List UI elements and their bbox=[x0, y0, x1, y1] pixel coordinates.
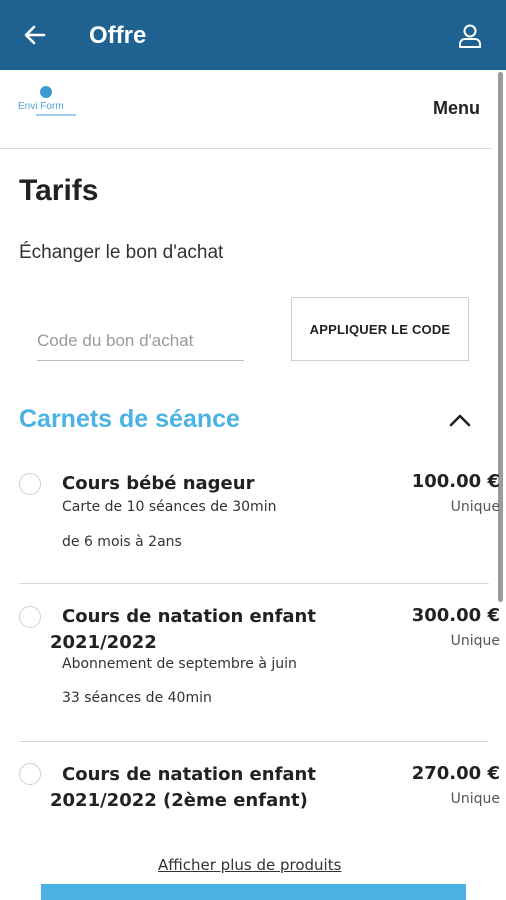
section-title-carnets[interactable]: Carnets de séance bbox=[19, 405, 240, 434]
user-icon[interactable] bbox=[456, 22, 484, 50]
show-more-products-link[interactable]: Afficher plus de produits bbox=[158, 856, 341, 874]
logo[interactable]: Envi Form bbox=[18, 86, 82, 124]
primary-action-button[interactable] bbox=[41, 884, 466, 900]
scrollbar-thumb[interactable] bbox=[498, 72, 503, 602]
product-radio[interactable] bbox=[19, 473, 41, 495]
divider bbox=[19, 741, 489, 742]
product-description: 33 séances de 40min bbox=[62, 690, 212, 706]
arrow-left-icon[interactable] bbox=[22, 22, 48, 48]
product-price: 270.00 € bbox=[411, 763, 500, 784]
section-heading-tarifs: Tarifs bbox=[19, 174, 99, 207]
apply-code-button[interactable]: APPLIQUER LE CODE bbox=[291, 297, 469, 361]
product-frequency: Unique bbox=[450, 633, 500, 649]
product-price: 100.00 € bbox=[411, 471, 500, 492]
menu-button[interactable]: Menu bbox=[433, 98, 480, 119]
product-description: de 6 mois à 2ans bbox=[62, 534, 182, 550]
app-bar: Offre bbox=[0, 0, 506, 70]
chevron-up-icon[interactable] bbox=[448, 408, 472, 432]
product-radio[interactable] bbox=[19, 606, 41, 628]
product-frequency: Unique bbox=[450, 499, 500, 515]
voucher-label: Échanger le bon d'achat bbox=[19, 242, 224, 263]
product-name: Cours bébé nageur bbox=[62, 473, 255, 494]
product-name: Cours de natation enfant bbox=[62, 764, 316, 785]
logo-text: Envi Form bbox=[18, 101, 64, 112]
product-radio[interactable] bbox=[19, 763, 41, 785]
logo-mark bbox=[40, 86, 52, 98]
product-description: Abonnement de septembre à juin bbox=[62, 656, 297, 672]
product-description: Carte de 10 séances de 30min bbox=[62, 499, 277, 515]
product-name-line2: 2021/2022 bbox=[50, 632, 157, 653]
product-price: 300.00 € bbox=[411, 605, 500, 626]
product-frequency: Unique bbox=[450, 791, 500, 807]
page-title: Offre bbox=[89, 22, 147, 49]
voucher-code-input[interactable] bbox=[37, 322, 244, 361]
product-name-line2: 2021/2022 (2ème enfant) bbox=[50, 790, 308, 811]
divider bbox=[19, 583, 489, 584]
logo-underline bbox=[36, 114, 76, 116]
product-name: Cours de natation enfant bbox=[62, 606, 316, 627]
